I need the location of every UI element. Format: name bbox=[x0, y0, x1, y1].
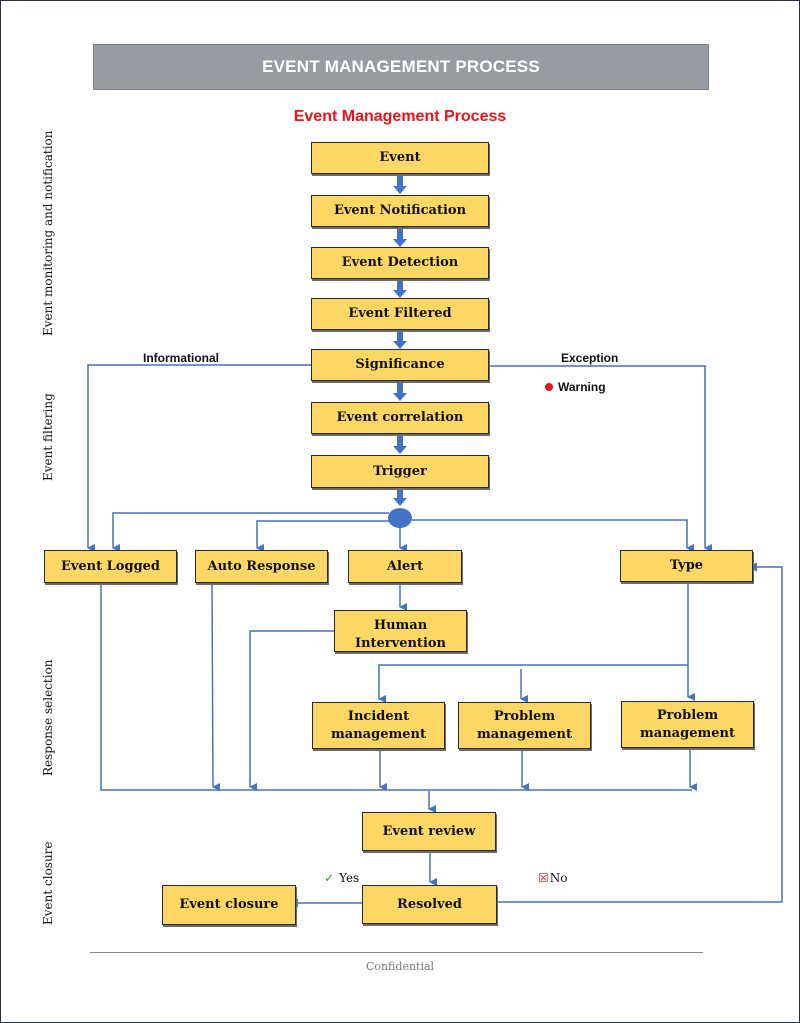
node-event-notification: Event Notification bbox=[311, 195, 489, 227]
edge-junction-type bbox=[412, 519, 694, 552]
label-warning: Warning bbox=[545, 380, 606, 394]
junction-node bbox=[388, 508, 412, 528]
node-auto-response: Auto Response bbox=[195, 550, 328, 583]
arrow-trigger-to-junction bbox=[393, 488, 407, 506]
node-problem-management-2: Problem management bbox=[621, 701, 754, 748]
node-resolved: Resolved bbox=[362, 885, 497, 924]
arrow-detection-to-filtered bbox=[393, 279, 407, 298]
footer-confidential: Confidential bbox=[365, 960, 435, 973]
label-informational: Informational bbox=[143, 351, 220, 365]
node-trigger: Trigger bbox=[311, 455, 489, 488]
warning-text: Warning bbox=[558, 380, 606, 394]
footer-divider bbox=[90, 952, 703, 953]
node-event: Event bbox=[311, 142, 489, 174]
node-event-logged: Event Logged bbox=[44, 550, 177, 583]
edge-junction-auto-response bbox=[256, 520, 389, 552]
arrow-filtered-to-significance bbox=[393, 330, 407, 349]
arrow-significance-to-correlation bbox=[393, 381, 407, 401]
label-yes: ✓ Yes bbox=[324, 871, 359, 885]
node-event-filtered: Event Filtered bbox=[311, 298, 489, 330]
no-text: No bbox=[549, 871, 568, 885]
node-problem-management-1: Problem management bbox=[458, 702, 591, 749]
check-icon: ✓ bbox=[324, 871, 335, 885]
arrow-notification-to-detection bbox=[393, 227, 407, 247]
edge-type-incident bbox=[378, 664, 688, 703]
node-event-closure: Event closure bbox=[162, 885, 296, 925]
node-type: Type bbox=[620, 550, 753, 582]
yes-text: Yes bbox=[339, 871, 360, 885]
edge-junction-event-logged bbox=[112, 512, 389, 552]
label-exception: Exception bbox=[561, 351, 619, 365]
warning-dot-icon bbox=[545, 383, 553, 391]
edge-auto-response-collector bbox=[211, 582, 221, 791]
node-event-correlation: Event correlation bbox=[311, 402, 489, 434]
node-incident-management: Incident management bbox=[312, 702, 445, 749]
node-human-intervention: Human Intervention bbox=[334, 610, 467, 652]
node-event-review: Event review bbox=[362, 812, 496, 851]
arrow-correlation-to-trigger bbox=[393, 434, 407, 454]
x-box-icon: ☒ bbox=[538, 871, 549, 885]
node-significance: Significance bbox=[311, 349, 489, 381]
node-event-detection: Event Detection bbox=[311, 247, 489, 279]
arrow-event-to-notification bbox=[393, 174, 407, 194]
node-alert: Alert bbox=[348, 550, 462, 583]
label-no: ☒No bbox=[538, 871, 568, 885]
